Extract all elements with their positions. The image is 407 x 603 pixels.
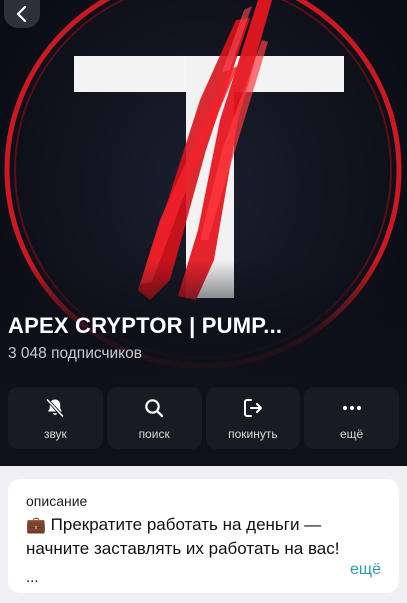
leave-button[interactable]: покинуть [205,387,301,449]
subscriber-count: 3 048 подписчиков [8,345,142,362]
briefcase-icon: 💼 [26,517,46,534]
description-text: 💼 Прекратите работать на деньги — начнит… [26,513,381,560]
description-label: описание [26,493,88,509]
more-button[interactable]: ещё [304,387,399,449]
bell-slash-icon [43,396,67,420]
description-ellipsis: ... [26,569,39,586]
description-more-link[interactable]: ещё [350,561,381,579]
chevron-left-icon [16,5,27,23]
channel-cover: APEX CRYPTOR | PUMP... 3 048 подписчиков… [0,0,407,466]
description-card: описание 💼 Прекратите работать на деньги… [8,479,399,593]
leave-label: покинуть [228,426,278,441]
back-button[interactable] [4,0,40,28]
search-button[interactable]: поиск [106,387,202,449]
more-label: ещё [340,426,364,441]
mute-label: звук [43,426,67,441]
search-label: поиск [138,426,170,441]
channel-actions: звук поиск покинуть ещё [8,387,399,449]
channel-title: APEX CRYPTOR | PUMP... [8,313,283,338]
mute-button[interactable]: звук [8,387,103,449]
leave-icon [241,396,265,420]
search-icon [142,396,166,420]
description-body: Прекратите работать на деньги — начните … [26,515,340,558]
more-dots-icon [340,396,364,420]
